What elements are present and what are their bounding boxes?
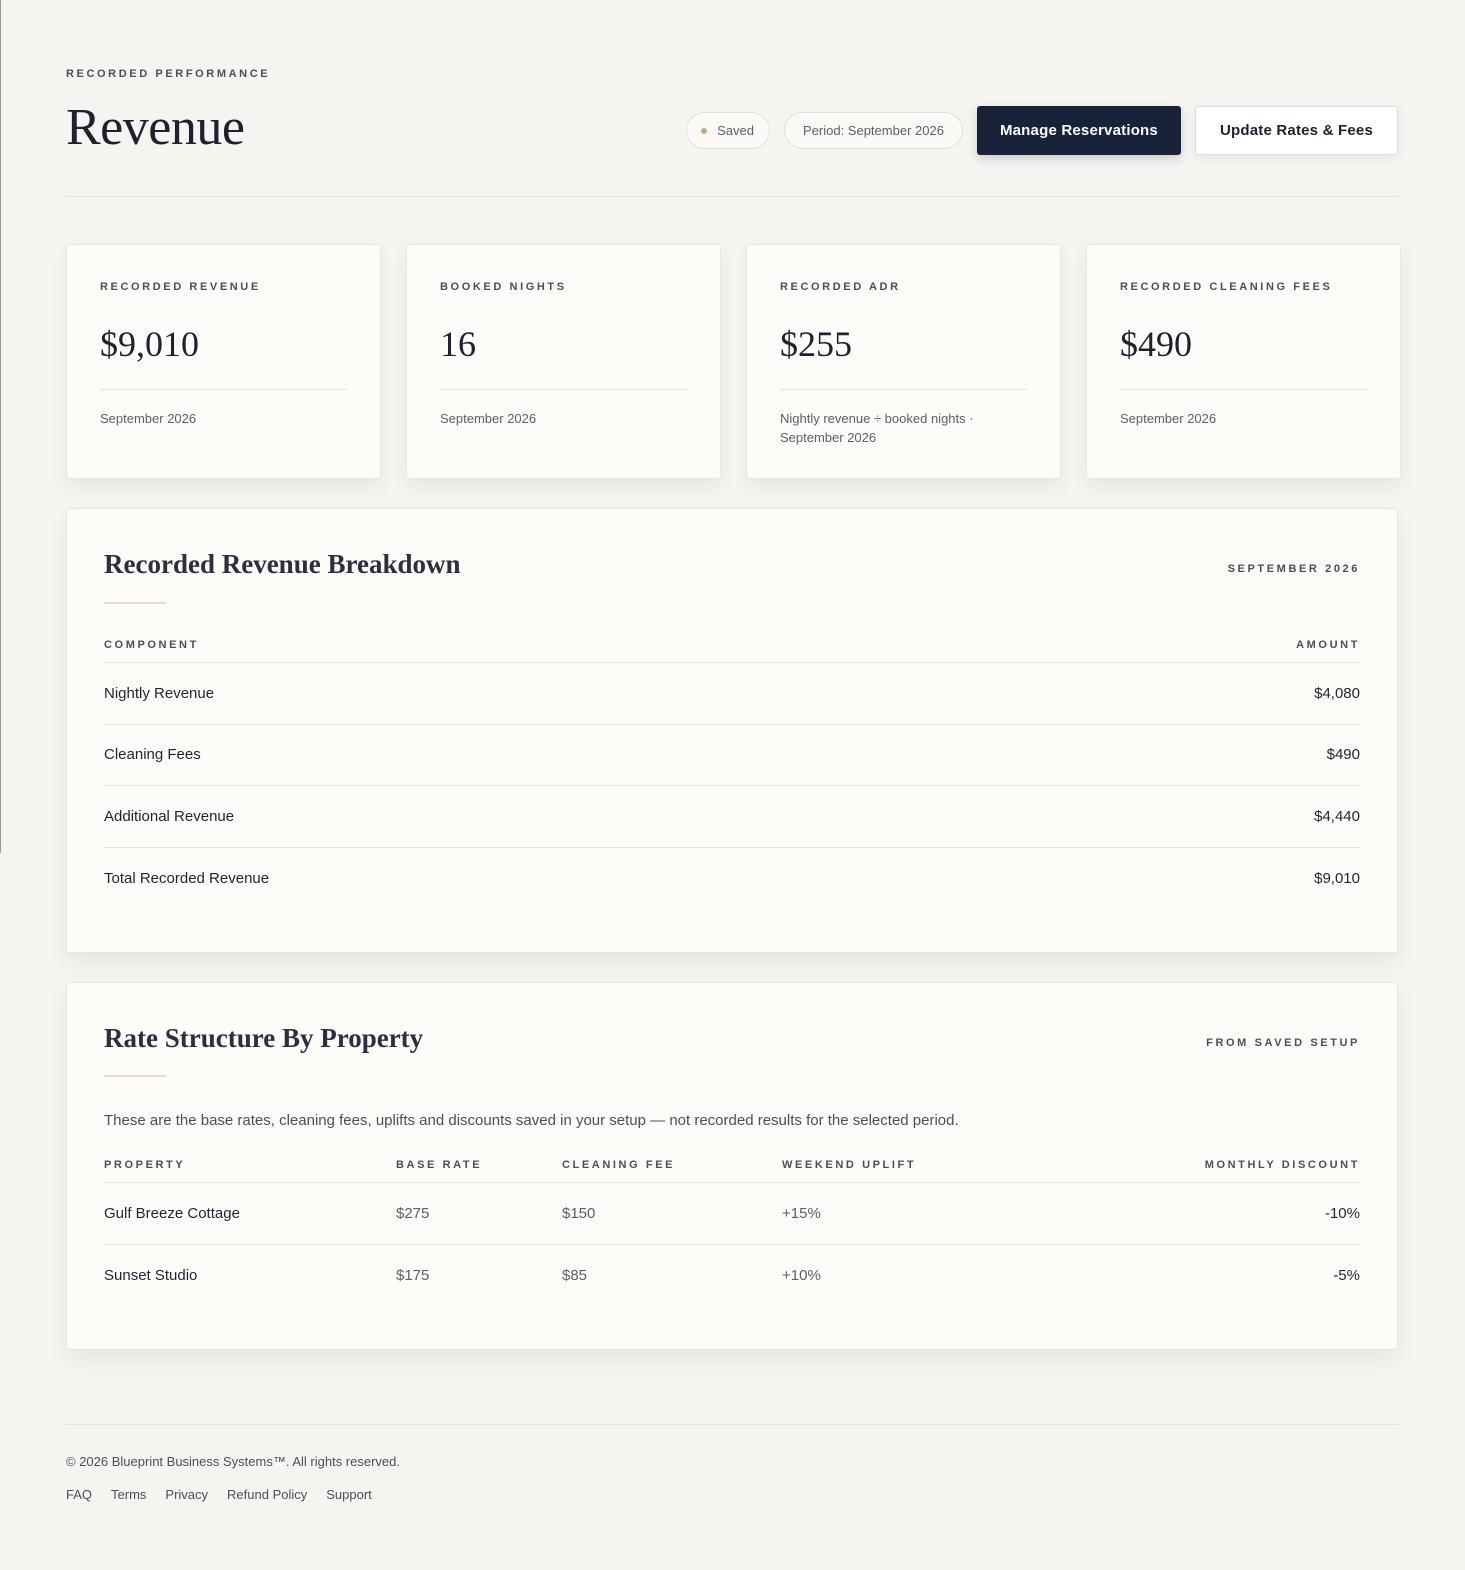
kpi-label: BOOKED NIGHTS — [440, 281, 567, 293]
column-header-monthly-discount: MONTHLY DISCOUNT — [1204, 1159, 1360, 1171]
table-row: Gulf Breeze Cottage $275 $150 +15% -10% — [104, 1183, 1360, 1245]
base-rate-cell: $275 — [396, 1204, 430, 1222]
rates-title: Rate Structure By Property — [104, 1023, 424, 1053]
kpi-value: $9,010 — [100, 324, 199, 364]
kpi-note: September 2026 — [1120, 411, 1217, 426]
monthly-discount-cell: -5% — [1333, 1266, 1360, 1284]
breakdown-period-tag: SEPTEMBER 2026 — [1227, 563, 1360, 575]
table-row: Sunset Studio $175 $85 +10% -5% — [104, 1245, 1360, 1307]
footer-link-privacy[interactable]: Privacy — [165, 1487, 208, 1502]
component-cell: Additional Revenue — [104, 807, 235, 825]
amount-cell: $490 — [1326, 746, 1360, 764]
kpi-value: $255 — [780, 324, 852, 364]
rate-structure-card: Rate Structure By Property FROM SAVED SE… — [66, 982, 1398, 1350]
kpi-card-recorded-cleaning-fees: RECORDED CLEANING FEES $490 September 20… — [1086, 244, 1401, 479]
kpi-value: $490 — [1120, 324, 1192, 364]
kpi-note: Nightly revenue ÷ booked nights · Septem… — [780, 411, 974, 445]
kpi-divider — [440, 389, 687, 390]
kpi-card-recorded-revenue: RECORDED REVENUE $9,010 September 2026 — [66, 244, 381, 479]
breakdown-title: Recorded Revenue Breakdown — [104, 549, 461, 579]
monthly-discount-cell: -10% — [1324, 1204, 1360, 1222]
cleaning-fee-cell: $85 — [562, 1266, 588, 1284]
component-cell: Nightly Revenue — [104, 684, 215, 702]
column-header-component: COMPONENT — [104, 639, 199, 651]
weekend-uplift-cell: +15% — [782, 1204, 821, 1222]
column-header-cleaning-fee: CLEANING FEE — [562, 1159, 676, 1171]
revenue-breakdown-card: Recorded Revenue Breakdown SEPTEMBER 202… — [66, 508, 1398, 953]
cleaning-fee-cell: $150 — [562, 1204, 596, 1222]
column-header-property: PROPERTY — [104, 1159, 186, 1171]
component-cell: Cleaning Fees — [104, 746, 201, 764]
period-label: Period: September 2026 — [803, 123, 944, 138]
table-header: PROPERTY BASE RATE CLEANING FEE WEEKEND … — [104, 1159, 1360, 1183]
kpi-divider — [1120, 389, 1367, 390]
column-header-base-rate: BASE RATE — [396, 1159, 483, 1171]
kpi-label: RECORDED CLEANING FEES — [1120, 281, 1333, 293]
page-title: Revenue — [66, 99, 245, 156]
kpi-note: September 2026 — [440, 411, 537, 426]
table-row-total: Total Recorded Revenue $9,010 — [104, 848, 1360, 910]
footer-link-refund-policy[interactable]: Refund Policy — [227, 1487, 307, 1502]
property-cell: Sunset Studio — [104, 1266, 198, 1284]
footer-link-terms[interactable]: Terms — [111, 1487, 146, 1502]
header-actions: Saved Period: September 2026 Manage Rese… — [686, 106, 1398, 155]
table-row: Cleaning Fees $490 — [104, 725, 1360, 786]
table-header: COMPONENT AMOUNT — [104, 639, 1360, 663]
left-edge-line — [0, 0, 1, 853]
kpi-label: RECORDED REVENUE — [100, 281, 261, 293]
kpi-label: RECORDED ADR — [780, 281, 901, 293]
kpi-divider — [100, 389, 347, 390]
kpi-card-recorded-adr: RECORDED ADR $255 Nightly revenue ÷ book… — [746, 244, 1061, 479]
table-row: Additional Revenue $4,440 — [104, 786, 1360, 848]
rates-intro-text: These are the base rates, cleaning fees,… — [104, 1112, 959, 1129]
title-accent-line — [104, 602, 166, 604]
footer-links: FAQ Terms Privacy Refund Policy Support — [66, 1487, 372, 1502]
column-header-amount: AMOUNT — [1296, 639, 1360, 651]
update-rates-fees-button[interactable]: Update Rates & Fees — [1194, 106, 1398, 155]
rates-source-tag: FROM SAVED SETUP — [1206, 1037, 1360, 1049]
rates-table: PROPERTY BASE RATE CLEANING FEE WEEKEND … — [104, 1159, 1360, 1306]
period-selector[interactable]: Period: September 2026 — [784, 112, 963, 149]
status-dot-icon — [701, 127, 708, 134]
table-row: Nightly Revenue $4,080 — [104, 663, 1360, 725]
saved-status-label: Saved — [717, 123, 754, 138]
base-rate-cell: $175 — [396, 1266, 430, 1284]
footer-copyright: © 2026 Blueprint Business Systems™. All … — [66, 1454, 401, 1469]
header-divider — [66, 196, 1398, 197]
saved-status-badge: Saved — [686, 112, 770, 149]
breakdown-table: COMPONENT AMOUNT Nightly Revenue $4,080 … — [104, 639, 1360, 909]
title-accent-line — [104, 1075, 166, 1077]
page-eyebrow: RECORDED PERFORMANCE — [66, 68, 271, 80]
amount-cell: $4,080 — [1314, 684, 1360, 702]
footer-link-faq[interactable]: FAQ — [66, 1487, 92, 1502]
footer-link-support[interactable]: Support — [326, 1487, 372, 1502]
kpi-divider — [780, 389, 1027, 390]
column-header-weekend-uplift: WEEKEND UPLIFT — [782, 1159, 917, 1171]
kpi-cards: RECORDED REVENUE $9,010 September 2026 B… — [66, 244, 1401, 479]
footer-divider — [66, 1424, 1398, 1425]
kpi-note: September 2026 — [100, 411, 197, 426]
kpi-value: 16 — [440, 324, 476, 364]
manage-reservations-button[interactable]: Manage Reservations — [976, 106, 1181, 155]
property-cell: Gulf Breeze Cottage — [104, 1204, 240, 1222]
amount-cell: $4,440 — [1314, 807, 1360, 825]
component-cell: Total Recorded Revenue — [104, 869, 270, 887]
amount-cell: $9,010 — [1314, 869, 1360, 887]
kpi-card-booked-nights: BOOKED NIGHTS 16 September 2026 — [406, 244, 721, 479]
weekend-uplift-cell: +10% — [782, 1266, 821, 1284]
